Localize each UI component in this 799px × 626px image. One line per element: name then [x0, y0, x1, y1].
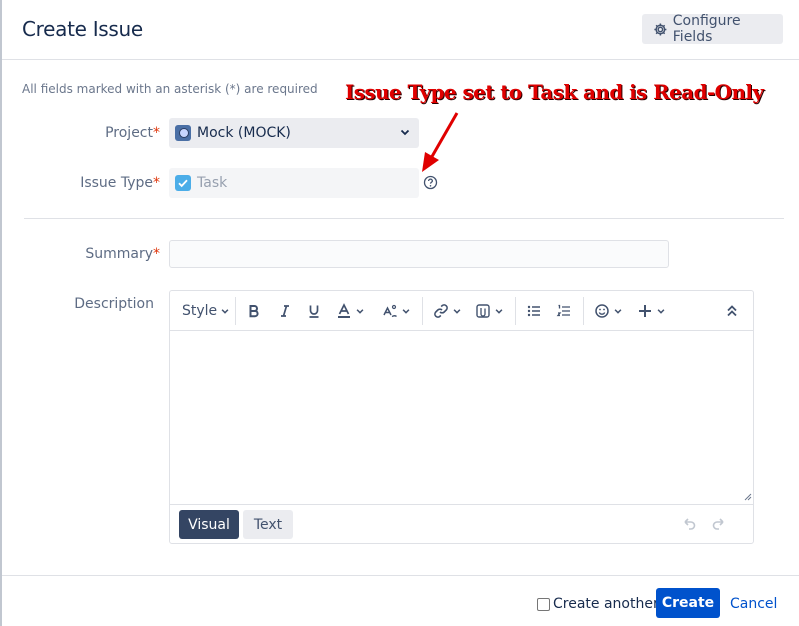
create-another-label: Create another [553, 596, 659, 612]
toolbar-separator [583, 297, 584, 325]
summary-input[interactable] [169, 240, 669, 268]
project-select-value: Mock (MOCK) [197, 125, 291, 141]
bold-button[interactable] [247, 301, 261, 321]
required-asterisk: * [153, 125, 160, 141]
resize-handle-icon[interactable] [744, 493, 752, 501]
checkbox-box[interactable] [537, 597, 550, 611]
chevron-down-icon [614, 309, 622, 314]
project-select[interactable]: Mock (MOCK) [169, 118, 419, 148]
project-label-text: Project [105, 125, 153, 141]
attachment-icon [476, 304, 490, 318]
annotation-arrow-icon [422, 112, 459, 172]
description-text-area[interactable] [170, 332, 753, 504]
issue-type-label: Issue Type* [20, 175, 160, 191]
description-editor: Style Visual Text [169, 290, 754, 544]
task-checkbox-icon [175, 175, 191, 191]
required-asterisk: * [153, 175, 160, 191]
text-format-button[interactable] [382, 301, 411, 321]
text-mode-tab[interactable]: Text [243, 510, 293, 539]
numbered-list-button[interactable] [556, 301, 572, 321]
collapse-toolbar-icon [727, 305, 737, 317]
chevron-down-icon [356, 309, 364, 314]
chevron-down-icon [453, 309, 461, 314]
create-another-checkbox[interactable]: Create another [537, 596, 659, 612]
bold-icon [249, 305, 259, 318]
emoji-icon [595, 304, 609, 318]
required-asterisk: * [153, 246, 160, 262]
create-button[interactable]: Create [656, 588, 720, 618]
project-label: Project* [20, 125, 160, 141]
chevron-down-icon [402, 309, 410, 314]
text-color-icon [338, 303, 350, 318]
undo-icon[interactable] [680, 515, 698, 533]
redo-icon[interactable] [710, 515, 728, 533]
numbered-list-icon [556, 304, 570, 317]
description-label: Description [74, 296, 154, 312]
underline-icon [309, 305, 319, 318]
style-dropdown-label: Style [182, 303, 218, 319]
annotation-text: Issue Type set to Task and is Read-Only [345, 80, 764, 104]
configure-fields-button[interactable]: Configure Fields [642, 13, 783, 45]
toolbar-separator [422, 297, 423, 325]
form-divider [24, 218, 784, 219]
bullet-list-icon [527, 305, 540, 317]
italic-button[interactable] [278, 301, 292, 321]
insert-more-button[interactable] [637, 301, 666, 321]
required-fields-note: All fields marked with an asterisk (*) a… [22, 82, 318, 96]
create-issue-dialog: Create Issue Configure Fields All fields… [0, 0, 799, 626]
issue-type-value: Task [197, 175, 228, 191]
underline-button[interactable] [307, 301, 321, 321]
dialog-title: Create Issue [22, 17, 143, 41]
emoji-button[interactable] [594, 301, 623, 321]
help-question-icon[interactable] [423, 175, 438, 190]
chevron-down-icon [221, 309, 229, 314]
toolbar-separator [515, 297, 516, 325]
text-format-icon [383, 304, 398, 318]
summary-label: Summary* [20, 246, 160, 262]
collapse-toolbar-button[interactable] [726, 301, 738, 321]
editor-mode-bar: Visual Text [170, 504, 753, 543]
bullet-list-button[interactable] [526, 301, 542, 321]
gear-icon [654, 23, 667, 35]
editor-toolbar: Style [170, 291, 753, 331]
insert-plus-icon [639, 305, 651, 317]
chevron-down-icon [400, 129, 410, 136]
issue-type-field: Task [169, 168, 419, 198]
summary-label-text: Summary [85, 246, 153, 262]
text-color-button[interactable] [336, 301, 365, 321]
visual-mode-tab[interactable]: Visual [179, 510, 239, 539]
project-avatar-icon [175, 125, 191, 141]
chevron-down-icon [657, 309, 665, 314]
italic-icon [281, 305, 289, 317]
link-icon [434, 304, 448, 318]
dialog-header: Create Issue Configure Fields [2, 0, 799, 60]
configure-fields-label: Configure Fields [672, 13, 741, 45]
link-button[interactable] [433, 301, 462, 321]
issue-type-label-text: Issue Type [80, 175, 153, 191]
toolbar-separator [235, 297, 236, 325]
chevron-down-icon [495, 309, 503, 314]
cancel-link[interactable]: Cancel [730, 596, 777, 612]
attachment-button[interactable] [475, 301, 504, 321]
dialog-footer: Create another Create Cancel [2, 575, 799, 626]
style-dropdown[interactable]: Style [182, 301, 230, 321]
